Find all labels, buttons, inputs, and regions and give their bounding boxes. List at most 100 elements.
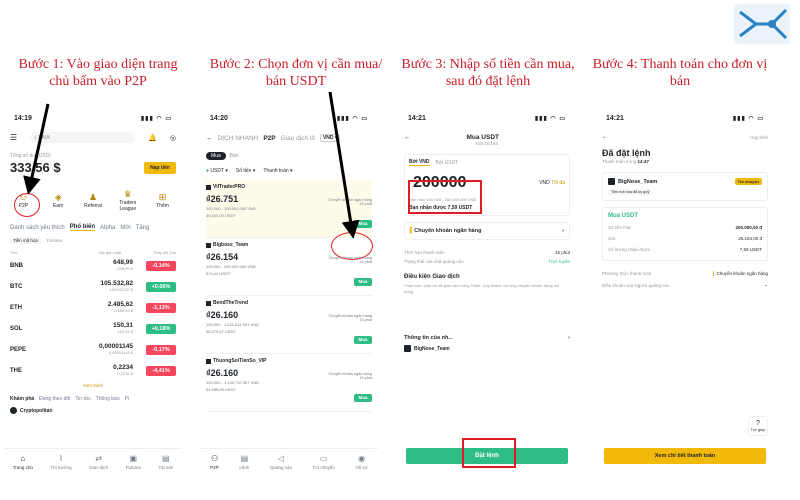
nav-markets[interactable]: ⌇ Thị trường bbox=[50, 454, 71, 478]
buy-button[interactable]: Mua bbox=[354, 394, 372, 402]
tab-alpha[interactable]: Alpha bbox=[100, 225, 115, 231]
tab-by-vnd[interactable]: Bởi VND bbox=[409, 159, 430, 166]
balance-label: Tổng số dư (USD) bbox=[10, 153, 51, 159]
offer-limit: 100.000 - 1.021.611.901 VND bbox=[206, 322, 259, 327]
search-placeholder: KAIA bbox=[38, 134, 50, 141]
advertiser-name[interactable]: BendTheTrend bbox=[213, 300, 248, 306]
tab-announcements[interactable]: Thông báo bbox=[96, 396, 120, 402]
offer-limit: 100.000 - 100.000.000 VND bbox=[206, 206, 256, 211]
shortcut-traders[interactable]: ♛ Traders League bbox=[113, 189, 143, 212]
tab-gainers[interactable]: Tăng bbox=[136, 225, 150, 231]
escrow-badge: Tiền mã hóa đã ký quỹ bbox=[608, 189, 653, 195]
tab-favorites[interactable]: Danh sách yêu thích bbox=[10, 225, 65, 231]
nav-trade[interactable]: ⇄ Giao dịch bbox=[89, 454, 108, 478]
nav-ads[interactable]: ◁ Quảng cáo bbox=[270, 454, 292, 478]
advertiser-name[interactable]: VilTraderPRO bbox=[213, 184, 245, 190]
advertiser-avatar bbox=[404, 345, 411, 352]
terms-title: Điều kiện Giao dịch bbox=[404, 274, 460, 280]
tab-quick[interactable]: DỊCH NHANH bbox=[218, 135, 259, 142]
market-row[interactable]: THE 0,2234 0,2234 $ -4,41% bbox=[10, 360, 176, 381]
nav-p2p[interactable]: ⚇ P2P bbox=[210, 454, 219, 478]
market-row[interactable]: SOL 150,31 150,31 $ +0,18% bbox=[10, 318, 176, 339]
buy-button[interactable]: Mua bbox=[354, 220, 372, 228]
offer-card: VilTraderPRO ₫26.751 100.000 - 100.000.0… bbox=[206, 180, 372, 238]
timer-value: 14:47 bbox=[637, 159, 650, 164]
back-icon[interactable]: ← bbox=[206, 135, 213, 142]
max-button[interactable]: Tối đa bbox=[551, 180, 565, 186]
filter-asset[interactable]: ● USDT ▾ bbox=[206, 168, 228, 174]
market-symbol: PEPE bbox=[10, 346, 27, 353]
cancel-order-link[interactable]: Huỷ lệnh bbox=[750, 135, 768, 140]
chat-button[interactable]: Trò chuyện bbox=[734, 178, 762, 185]
market-row[interactable]: ETH 2.485,62 2.485,62 $ -1,13% bbox=[10, 297, 176, 318]
menu-icon[interactable]: ☰ bbox=[10, 133, 17, 142]
shortcut-more[interactable]: ⊞ Thêm bbox=[148, 192, 178, 209]
market-row[interactable]: PEPE 0,00001145 0,00001145 $ -0,17% bbox=[10, 339, 176, 360]
view-payment-button[interactable]: Xem chi tiết thanh toán bbox=[604, 448, 766, 464]
tab-block[interactable]: Giao dịch lô bbox=[281, 135, 315, 142]
market-symbol: THE bbox=[10, 367, 22, 374]
buy-button[interactable]: Mua bbox=[354, 336, 372, 344]
sell-toggle[interactable]: Bán bbox=[230, 153, 239, 159]
p2p-highlight bbox=[14, 193, 40, 217]
terms-text: Chào bạn, cảm ơn đã giao dịch cùng Team.… bbox=[404, 283, 560, 294]
ads-icon: ◁ bbox=[277, 454, 285, 463]
tab-explore[interactable]: Khám phá bbox=[10, 396, 34, 402]
tab-new[interactable]: Mới bbox=[120, 225, 130, 231]
nav-chat[interactable]: ▭ Trò chuyện bbox=[313, 454, 335, 478]
chevron-down-icon[interactable]: ⌄ bbox=[764, 282, 768, 288]
market-row[interactable]: BNB 648,99 648,99 $ -0,14% bbox=[10, 255, 176, 276]
detail-value: 26.154,00 đ bbox=[738, 236, 762, 241]
advertiser-name[interactable]: BigNose_Team bbox=[414, 346, 450, 352]
market-price: 105.532,82 105.532,82 $ bbox=[73, 280, 133, 293]
shortcut-earn[interactable]: ◈ Earn bbox=[43, 192, 73, 209]
advertiser-name[interactable]: Bigboss_Team bbox=[213, 242, 248, 248]
tab-p2p[interactable]: P2P bbox=[263, 135, 275, 142]
market-price: 150,31 150,31 $ bbox=[73, 322, 133, 335]
subtab-crypto[interactable]: Tiền mã hóa bbox=[10, 237, 41, 244]
payment-method[interactable]: ▍ Chuyển khoản ngân hàng › bbox=[404, 222, 570, 240]
market-row[interactable]: BTC 105.532,82 105.532,82 $ +0,06% bbox=[10, 276, 176, 297]
balance-value: 333,56 $ bbox=[10, 160, 61, 175]
bottom-nav: ⚇ P2P ▤ Lệnh ◁ Quảng cáo ▭ Trò chuyện ◉ Hồ sơ bbox=[200, 448, 378, 478]
trade-icon: ⇄ bbox=[95, 454, 102, 463]
change-badge: +0,06% bbox=[146, 281, 176, 292]
deposit-button[interactable]: Nạp tiền bbox=[144, 161, 176, 174]
profile-icon: ◉ bbox=[358, 454, 366, 463]
nav-home[interactable]: ⌂ Trang chủ bbox=[13, 454, 33, 478]
news-source[interactable]: Cryptopolitan bbox=[20, 408, 53, 414]
tab-following[interactable]: Đang theo dõi bbox=[39, 396, 70, 402]
headset-icon[interactable]: ◎ bbox=[170, 134, 176, 142]
nav-label: P2P bbox=[210, 465, 219, 470]
nav-futures[interactable]: ▣ Futures bbox=[126, 454, 141, 478]
chevron-right-icon[interactable]: › bbox=[568, 335, 570, 341]
buy-toggle[interactable]: Mua bbox=[206, 152, 226, 160]
offer-payment: Chuyển khoản ngân hàng 15 phút bbox=[329, 198, 373, 206]
bell-icon[interactable]: 🔔 bbox=[148, 134, 157, 142]
tab-pi[interactable]: Pi bbox=[125, 396, 129, 402]
advertiser-name[interactable]: ThuongSoiTienSo_VIP bbox=[213, 358, 267, 364]
help-label: Trợ giúp bbox=[750, 427, 766, 432]
nav-assets[interactable]: ▤ Tài sản bbox=[158, 454, 173, 478]
tab-by-usdt[interactable]: Bởi USDT bbox=[436, 160, 459, 166]
nav-profile[interactable]: ◉ Hồ sơ bbox=[355, 454, 367, 478]
filter-payment[interactable]: Thanh toán ▾ bbox=[263, 168, 292, 174]
advertiser-terms[interactable]: Điều khoản của Người quảng cáo bbox=[602, 283, 670, 288]
offer-payment: Chuyển khoản ngân hàng 15 phút bbox=[329, 372, 373, 380]
help-button[interactable]: ? Trợ giúp bbox=[748, 416, 768, 436]
back-icon[interactable]: ← bbox=[404, 134, 411, 141]
shortcut-referral[interactable]: ♟ Referral bbox=[78, 192, 108, 209]
buy-button[interactable]: Mua bbox=[354, 278, 372, 286]
currency-select[interactable]: VND ▾ bbox=[319, 134, 341, 142]
back-icon[interactable]: ← bbox=[602, 134, 608, 140]
tab-popular[interactable]: Phổ biến bbox=[69, 224, 96, 231]
pay-method-value[interactable]: Chuyển khoản ngân hàng bbox=[713, 271, 768, 276]
nav-label: Lệnh bbox=[239, 465, 250, 470]
subtab-futures[interactable]: Futures bbox=[47, 238, 62, 243]
nav-orders[interactable]: ▤ Lệnh bbox=[239, 454, 249, 478]
status-time: 14:20 bbox=[210, 115, 228, 122]
detail-value: 200.000,00 đ bbox=[735, 225, 762, 230]
search-bar[interactable]: ⌕ KAIA bbox=[30, 132, 136, 143]
tab-news[interactable]: Tin tức bbox=[75, 396, 90, 402]
filter-amount[interactable]: Số tiền ▾ bbox=[236, 168, 255, 174]
